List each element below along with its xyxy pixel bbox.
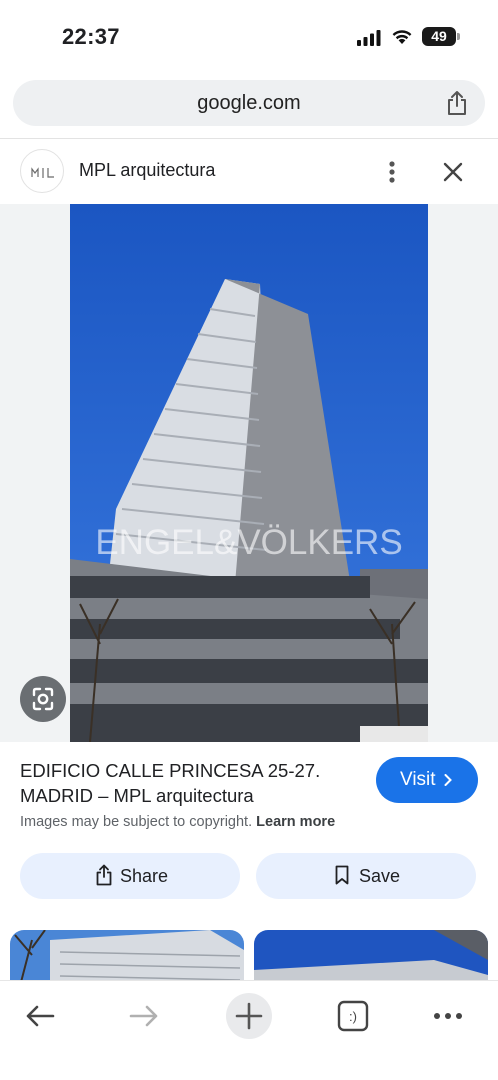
source-name[interactable]: MPL arquitectura [79,160,215,181]
related-image-thumbnail[interactable] [10,930,244,986]
forward-arrow-icon[interactable] [121,993,167,1039]
building-photo[interactable]: ENGEL&VÖLKERS [70,204,428,742]
close-icon[interactable] [440,159,466,185]
bottom-toolbar: :) [0,980,498,1080]
source-logo[interactable] [20,149,64,193]
related-image-thumbnail[interactable] [254,930,488,986]
building-illustration: ENGEL&VÖLKERS [70,204,428,742]
status-bar: 22:37 49 [0,0,498,72]
chevron-right-icon [444,774,452,786]
watermark-text: ENGEL&VÖLKERS [95,523,402,562]
bookmark-icon [335,865,349,885]
share-icon[interactable] [445,90,469,116]
svg-text::): :) [349,1009,357,1024]
related-thumbnail-image [10,930,244,986]
source-header: MPL arquitectura [0,140,498,204]
image-preview-area: ENGEL&VÖLKERS [0,204,498,742]
visit-label: Visit [400,769,436,790]
more-horizontal-icon[interactable] [425,993,471,1039]
divider [0,138,498,139]
learn-more-link[interactable]: Learn more [256,814,335,830]
save-label: Save [359,866,401,886]
save-button[interactable]: Save [256,853,476,899]
visit-button[interactable]: Visit [376,757,478,803]
new-tab-button[interactable] [226,993,272,1039]
back-arrow-icon[interactable] [17,993,63,1039]
source-logo-mark [31,167,54,178]
more-vertical-icon[interactable] [380,158,404,186]
result-title[interactable]: EDIFICIO CALLE PRINCESA 25-27. MADRID – … [20,758,360,808]
related-thumbnail-image [254,930,488,986]
google-lens-icon [32,687,54,711]
copyright-text: Images may be subject to copyright. [20,814,253,830]
url-text[interactable]: google.com [13,92,485,115]
status-time: 22:37 [62,24,120,49]
wifi-icon [392,30,412,44]
battery-icon: 49 [422,27,460,46]
copyright-notice: Images may be subject to copyright. Lear… [20,814,335,830]
plus-icon [235,1002,263,1030]
share-button[interactable]: Share [20,853,240,899]
share-icon [96,864,112,886]
tab-switcher-icon[interactable]: :) [330,993,376,1039]
google-lens-button[interactable] [20,676,66,722]
address-bar[interactable]: google.com [13,80,485,126]
cellular-signal-icon [357,30,381,46]
share-label: Share [120,866,169,886]
